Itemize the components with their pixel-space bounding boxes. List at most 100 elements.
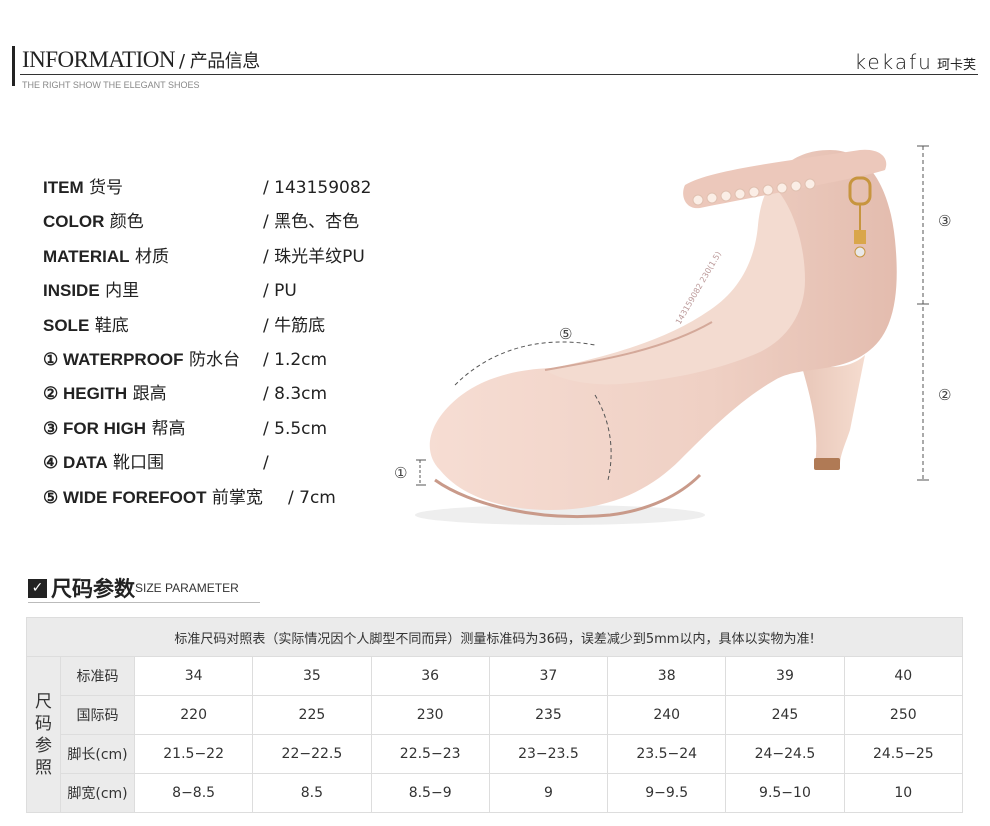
size-side-label: 尺码参照 [26, 656, 61, 813]
spec-row: ⑤ WIDE FOREFOOT 前掌宽 [43, 486, 263, 510]
spec-row: ITEM 货号 [43, 176, 123, 200]
spec-label-cn: 防水台 [183, 350, 240, 370]
spec-label-cn: 货号 [83, 178, 124, 198]
size-cell: 24.5−25 [843, 734, 964, 774]
size-cell: 39 [725, 656, 845, 696]
spec-label-cn: 鞋底 [89, 315, 129, 336]
check-icon: ✓ [28, 578, 47, 598]
spec-label-cn: 跟高 [127, 384, 167, 405]
size-cell: 250 [843, 695, 964, 735]
size-section-title: ✓ 尺码参数SIZE PARAMETER [28, 573, 239, 601]
spec-label-cn: 材质 [129, 246, 169, 267]
size-cell: 225 [252, 695, 372, 735]
spec-label-cn: 前掌宽 [206, 487, 263, 508]
spec-value: / PU [263, 281, 297, 302]
size-cell: 36 [370, 656, 490, 696]
marker-3: ③ [938, 212, 951, 230]
spec-label: ④ DATA [43, 453, 108, 473]
size-title-cn: 尺码参数 [51, 577, 135, 601]
spec-value: / 8.3cm [263, 384, 328, 405]
size-cell: 220 [133, 695, 254, 735]
spec-row: ③ FOR HIGH 帮高 [43, 417, 185, 441]
size-cell: 23−23.5 [488, 734, 609, 774]
spec-label: ② HEGITH [43, 384, 128, 404]
header-subtitle: THE RIGHT SHOW THE ELEGANT SHOES [22, 80, 200, 90]
marker-5: ⑤ [559, 325, 572, 343]
size-cell: 24−24.5 [725, 734, 845, 774]
spec-value: / 1.2cm [263, 350, 328, 370]
spec-value: / 7cm [288, 487, 336, 508]
size-cell: 23.5−24 [607, 734, 727, 774]
row-label: 脚长(cm) [60, 734, 135, 774]
row-label: 脚宽(cm) [60, 773, 135, 813]
table-row: 尺码参照标准码 34 35 36 37 38 39 40 [26, 656, 964, 813]
spec-row: ① WATERPROOF 防水台 [43, 348, 240, 372]
spec-label: INSIDE [43, 281, 100, 301]
row-label: 标准码 [60, 656, 135, 696]
size-cell: 230 [370, 695, 490, 735]
size-table: 标准尺码对照表（实际情况因个人脚型不同而异）测量标准码为36码，误差减少到5mm… [26, 617, 964, 813]
size-cell: 21.5−22 [133, 734, 254, 774]
table-row: 脚长(cm) 21.5−22 22−22.5 22.5−23 23−23.5 23.5−2… [27, 734, 964, 774]
spec-value: / 143159082 [263, 178, 372, 198]
spec-label: ③ FOR HIGH [43, 418, 147, 438]
size-cell: 245 [725, 695, 845, 735]
header-accent-bar [12, 46, 15, 86]
size-cell: 22−22.5 [252, 734, 372, 774]
spec-value: / 5.5cm [263, 418, 328, 439]
title-cn: / 产品信息 [178, 51, 260, 72]
marker-1: ① [394, 464, 407, 482]
size-cell: 240 [607, 695, 727, 735]
spec-row: COLOR 颜色 [43, 210, 144, 234]
size-cell: 8.5−9 [370, 773, 490, 813]
spec-value: / 珠光羊纹PU [263, 246, 365, 267]
size-cell: 9−9.5 [607, 773, 727, 813]
size-cell: 40 [843, 656, 964, 696]
spec-row: ② HEGITH 跟高 [43, 382, 167, 406]
side-label-char: 照 [35, 757, 52, 778]
side-label-char: 参 [35, 735, 52, 756]
brand-name-cn: 珂卡芙 [936, 58, 976, 73]
spec-value: / 牛筋底 [263, 315, 326, 336]
size-cell: 8−8.5 [133, 773, 254, 813]
spec-label: ⑤ WIDE FOREFOOT [43, 487, 207, 507]
spec-label-cn: 靴口围 [107, 453, 165, 474]
spec-label: MATERIAL [43, 246, 130, 266]
spec-label: COLOR [43, 212, 105, 232]
side-label-char: 尺 [35, 691, 52, 712]
spec-row: ④ DATA 靴口围 [43, 451, 164, 475]
spec-row: MATERIAL 材质 [43, 245, 169, 269]
spec-label-cn: 颜色 [104, 212, 144, 233]
spec-label: SOLE [43, 315, 90, 335]
size-cell: 235 [488, 695, 609, 735]
size-cell: 9.5−10 [725, 773, 845, 813]
brand-logo-text: kekafu [854, 50, 933, 74]
spec-value: / [263, 453, 269, 474]
size-cell: 22.5−23 [370, 734, 490, 774]
size-cell: 35 [252, 656, 372, 696]
marker-2: ② [938, 386, 951, 404]
table-row: 国际码 220 225 230 235 240 245 250 [27, 695, 964, 735]
table-row: 脚宽(cm) 8−8.5 8.5 8.5−9 9 9−9.5 9.5−10 10 [27, 773, 964, 813]
spec-label: ITEM [43, 178, 84, 197]
size-cell: 38 [607, 656, 727, 696]
spec-row: SOLE 鞋底 [43, 314, 129, 338]
row-label: 国际码 [60, 695, 135, 735]
size-cell: 37 [488, 656, 609, 696]
size-cell: 9 [488, 773, 609, 813]
spec-value: / 黑色、杏色 [263, 212, 360, 233]
spec-label-cn: 内里 [99, 281, 140, 302]
size-cell: 8.5 [252, 773, 372, 813]
size-note: 标准尺码对照表（实际情况因个人脚型不同而异）测量标准码为36码，误差减少到5mm… [26, 617, 963, 657]
size-title-en: SIZE PARAMETER [135, 581, 239, 595]
shoe-illustration: 143159082 230(1.5) ① ⑤ ③ ② [394, 145, 951, 525]
heel-tip [814, 458, 840, 470]
spec-row: INSIDE 内里 [43, 279, 139, 303]
size-cell: 34 [133, 656, 254, 696]
spec-label: ① WATERPROOF [43, 350, 184, 369]
title-en: INFORMATION [22, 47, 175, 72]
size-title-underline [28, 602, 260, 603]
spec-label-cn: 帮高 [146, 418, 186, 439]
page-title: INFORMATION / 产品信息 [22, 47, 260, 73]
size-cell: 10 [843, 773, 964, 813]
